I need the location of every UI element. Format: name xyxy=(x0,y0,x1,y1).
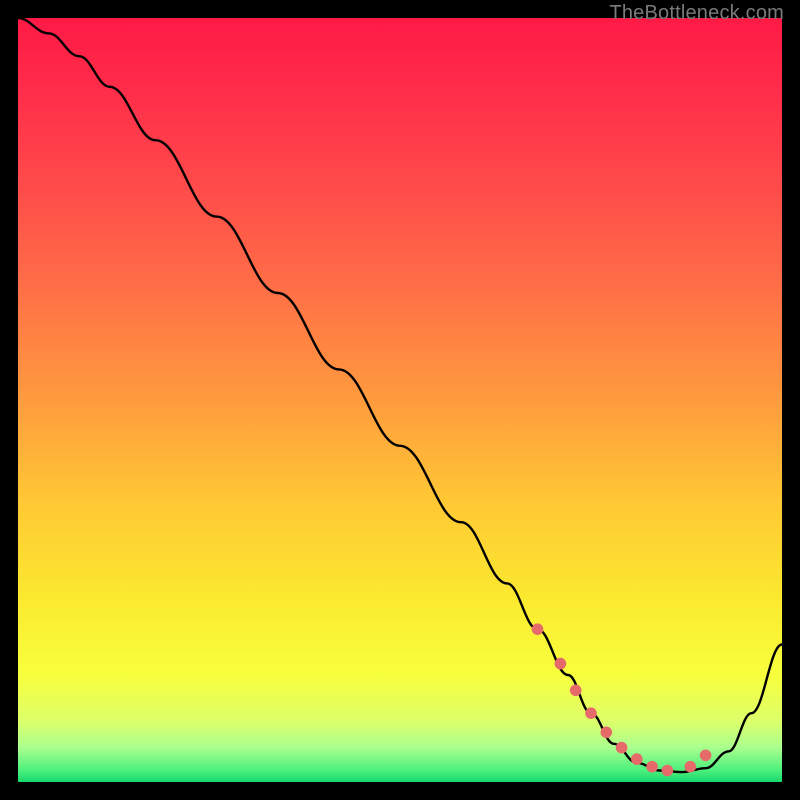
gradient-background xyxy=(18,18,782,782)
bottleneck-chart xyxy=(18,18,782,782)
valley-marker xyxy=(631,753,643,765)
valley-marker xyxy=(700,750,712,762)
valley-marker xyxy=(601,727,613,739)
chart-frame xyxy=(18,18,782,782)
valley-marker xyxy=(585,707,597,719)
valley-marker xyxy=(616,742,628,754)
valley-marker xyxy=(532,623,544,635)
valley-marker xyxy=(685,761,697,773)
valley-marker xyxy=(555,658,567,670)
valley-marker xyxy=(570,685,582,697)
valley-marker xyxy=(662,765,674,777)
valley-marker xyxy=(646,761,658,773)
watermark-text: TheBottleneck.com xyxy=(609,2,784,25)
